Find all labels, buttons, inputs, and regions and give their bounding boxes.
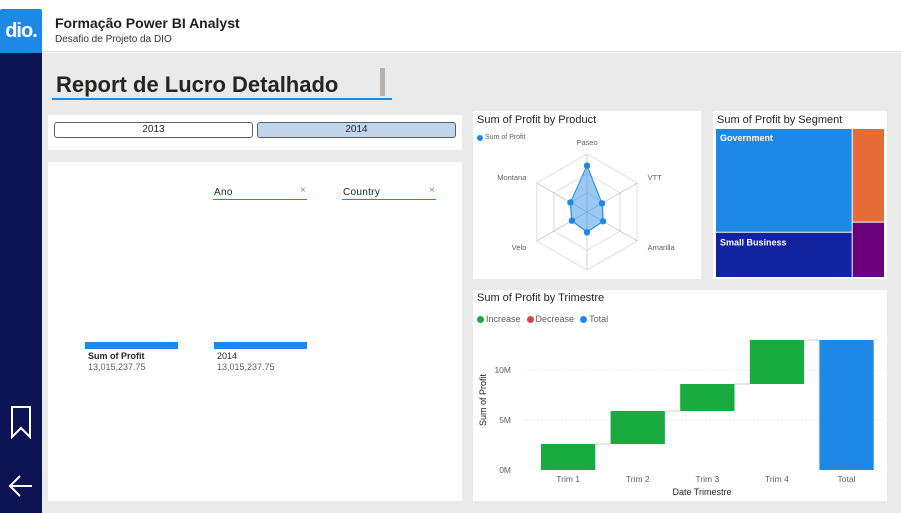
slicer-country-underline <box>342 199 436 200</box>
radar-point <box>599 218 607 225</box>
title-scroll-handle <box>380 68 385 96</box>
slicer-ano-underline <box>213 199 307 200</box>
radar-point <box>583 162 591 169</box>
slicer-country-label: Country <box>343 187 381 198</box>
waterfall-bar <box>819 340 874 470</box>
radar-category-label: Montana <box>497 173 527 182</box>
app-subtitle: Desafio de Projeto da DIO <box>55 34 172 45</box>
slicer-ano-label: Ano <box>214 187 233 198</box>
radar-category-label: Amarilla <box>648 243 676 252</box>
waterfall-y-tick: 5M <box>499 415 511 425</box>
clear-country-icon[interactable]: × <box>429 185 435 196</box>
year-button-2013[interactable]: 2013 <box>54 122 253 138</box>
treemap-tile-segment-4 <box>852 222 884 277</box>
treemap-tile-segment-3 <box>852 129 884 222</box>
radar-chart: Paseo VTT Amarilla Carretera Velo Montana <box>497 138 676 279</box>
waterfall-y-axis-label: Sum of Profit <box>478 373 488 426</box>
waterfall-x-tick: Total <box>838 474 856 484</box>
dio-logo: dio. <box>0 9 42 53</box>
year-node-label: 2014 <box>217 351 238 361</box>
back-arrow-icon[interactable] <box>8 473 34 499</box>
waterfall-x-tick: Trim 1 <box>556 474 580 484</box>
report-title: Report de Lucro Detalhado <box>56 72 339 97</box>
waterfall-x-tick: Trim 3 <box>695 474 719 484</box>
waterfall-chart: 0M 5M 10M Sum of Profit Trim 1 Trim 2 Trim 3 Tr… <box>478 339 881 497</box>
year-node-bar[interactable] <box>214 342 307 349</box>
root-node-bar[interactable] <box>85 342 178 349</box>
radar-point <box>583 229 591 236</box>
logo-text: dio. <box>5 19 38 42</box>
waterfall-bar <box>541 444 596 470</box>
waterfall-x-tick: Trim 4 <box>765 474 789 484</box>
root-node-value: 13,015,237.75 <box>88 362 146 372</box>
radar-category-label: Velo <box>512 243 527 252</box>
treemap-chart: Government Small Business <box>716 129 884 277</box>
year-node-value: 13,015,237.75 <box>217 362 275 372</box>
title-underline <box>52 98 392 100</box>
waterfall-y-tick: 0M <box>499 465 511 475</box>
radar-point <box>568 217 576 224</box>
waterfall-y-tick: 10M <box>494 365 511 375</box>
treemap-label-government: Government <box>720 133 773 143</box>
waterfall-bar <box>680 384 735 411</box>
decomposition-tree-panel <box>48 162 462 501</box>
root-node-label: Sum of Profit <box>88 351 145 361</box>
waterfall-x-tick: Trim 2 <box>626 474 650 484</box>
year-button-2014[interactable]: 2014 <box>257 122 456 138</box>
clear-ano-icon[interactable]: × <box>300 185 306 196</box>
radar-point <box>567 199 574 206</box>
treemap-tile-government <box>716 129 852 232</box>
radar-category-label: Paseo <box>576 138 597 147</box>
left-nav <box>0 53 42 513</box>
waterfall-bar <box>749 340 805 384</box>
treemap-label-small-business: Small Business <box>720 238 787 248</box>
app-header: dio. Formação Power BI Analyst Desafio d… <box>0 0 901 53</box>
radar-series-area <box>569 164 604 233</box>
waterfall-bar <box>610 411 665 444</box>
radar-category-label: VTT <box>648 173 663 182</box>
waterfall-x-axis-label: Date Trimestre <box>672 487 731 497</box>
bookmark-icon[interactable] <box>10 405 32 439</box>
radar-point <box>598 200 606 207</box>
app-title: Formação Power BI Analyst <box>55 15 240 31</box>
radar-category-label: Carretera <box>571 278 604 279</box>
